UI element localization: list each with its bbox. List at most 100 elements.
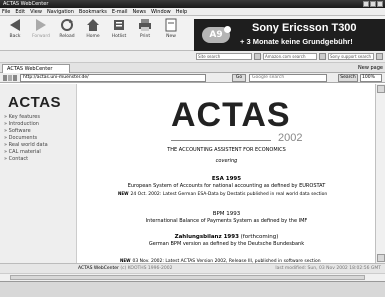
zahlungsbilanz-status: (forthcoming) xyxy=(240,234,279,240)
tab-actas-webcenter[interactable]: ACTAS WebCenter xyxy=(2,64,70,73)
sidebar-item-label: Introduction xyxy=(8,121,39,127)
esa-news-text: 24 Oct. 2002: Latest German ESA-Data by … xyxy=(130,192,328,197)
covering-text: covering xyxy=(215,158,238,164)
new-page-icon xyxy=(165,18,177,32)
site-search-input[interactable]: Site search xyxy=(196,53,252,60)
sidebar-item-introduction[interactable]: » Introduction xyxy=(4,121,48,128)
new-page-button[interactable]: New page xyxy=(358,64,383,72)
new-button[interactable]: New xyxy=(160,18,182,39)
sidebar-item-key-features[interactable]: » Key features xyxy=(4,114,48,121)
ad-banner[interactable]: A9 Sony Ericsson T300 + 3 Monate keine G… xyxy=(194,19,385,51)
esa-description: European System of Accounts for national… xyxy=(127,183,326,189)
scroll-thumb[interactable] xyxy=(10,275,365,280)
menu-help[interactable]: Help xyxy=(176,8,187,15)
printer-icon xyxy=(139,19,151,31)
status-copyright: (c) KOOTHS 1996-2002 xyxy=(120,266,173,271)
search-button[interactable]: Search xyxy=(338,74,358,82)
subtitle: THE ACCOUNTING ASSISTENT FOR ECONOMICS xyxy=(167,147,286,153)
new-label: New xyxy=(166,34,176,39)
forward-label: Forward xyxy=(31,34,51,39)
amazon-search-input[interactable]: Amazon.com search xyxy=(263,53,317,60)
home-label: Home xyxy=(86,34,100,39)
window-title: ACTAS WebCenter xyxy=(3,1,49,7)
hotlist-button[interactable]: Hotlist xyxy=(108,18,130,39)
back-button[interactable]: Back xyxy=(4,18,26,39)
forward-button[interactable]: Forward xyxy=(30,18,52,39)
menu-window[interactable]: Window xyxy=(151,8,171,15)
sidebar-item-label: Key features xyxy=(8,114,40,120)
sidebar-item-software[interactable]: » Software xyxy=(4,128,48,135)
menu-email[interactable]: E-mail xyxy=(112,8,128,15)
reload-button[interactable]: Reload xyxy=(56,18,78,39)
esa-news[interactable]: NEW 24 Oct. 2002: Latest German ESA-Data … xyxy=(118,191,327,197)
site-search-button[interactable] xyxy=(254,53,261,60)
zahlungsbilanz-title: Zahlungsbilanz 1993 xyxy=(174,234,239,240)
sidebar-item-label: Real world data xyxy=(8,142,48,148)
back-label: Back xyxy=(9,34,21,39)
site-sidebar: ACTAS » Key features » Introduction » So… xyxy=(0,84,77,263)
zahlungsbilanz-heading[interactable]: Zahlungsbilanz 1993 (forthcoming) xyxy=(78,234,375,240)
banner-subline: + 3 Monate keine Grundgebühr! xyxy=(240,37,353,46)
tab-label: ACTAS WebCenter xyxy=(7,66,53,72)
sony-search-input[interactable]: Sony support search xyxy=(328,53,374,60)
main-content: ACTAS 2002 THE ACCOUNTING ASSISTENT FOR … xyxy=(78,84,375,264)
zahlungsbilanz-description: German BPM version as defined by the Deu… xyxy=(148,241,305,247)
reload-label: Reload xyxy=(59,34,75,39)
tab-bar: ACTAS WebCenter New page xyxy=(0,63,385,73)
sidebar-item-label: Documents xyxy=(8,135,38,141)
amazon-search-button[interactable] xyxy=(319,53,326,60)
window-controls xyxy=(363,1,383,7)
title-year: 2002 xyxy=(278,132,303,144)
search-toolbar: Site search Amazon.com search Sony suppo… xyxy=(0,51,385,63)
menu-news[interactable]: News xyxy=(133,8,147,15)
menu-view[interactable]: View xyxy=(30,8,42,15)
forward-arrow-icon xyxy=(36,19,46,31)
sidebar-item-cal-material[interactable]: » CAL material xyxy=(4,149,48,156)
banner-headline: Sony Ericsson T300 xyxy=(252,22,357,34)
sidebar-item-contact[interactable]: » Contact xyxy=(4,156,48,163)
status-site-name: ACTAS WebCenter xyxy=(78,266,119,271)
maximize-button[interactable] xyxy=(370,1,376,7)
menu-navigation[interactable]: Navigation xyxy=(47,8,74,15)
go-button[interactable]: Go xyxy=(232,74,246,82)
home-icon xyxy=(87,19,99,31)
menu-bar: File Edit View Navigation Bookmarks E-ma… xyxy=(0,8,385,16)
esa-heading[interactable]: ESA 1995 xyxy=(78,176,375,182)
menu-bookmarks[interactable]: Bookmarks xyxy=(79,8,107,15)
status-bar: ACTAS WebCenter (c) KOOTHS 1996-2002 las… xyxy=(0,263,385,273)
sidebar-item-documents[interactable]: » Documents xyxy=(4,135,48,142)
new-badge: NEW xyxy=(118,191,129,196)
sidebar-item-label: CAL material xyxy=(8,149,41,155)
back-arrow-icon xyxy=(10,19,20,31)
sidebar-item-real-world-data[interactable]: » Real world data xyxy=(4,142,48,149)
status-last-modified: last modified: Sun, 03 Nov 2002 18:02:56… xyxy=(275,266,381,271)
print-button[interactable]: Print xyxy=(134,18,156,39)
zoom-select[interactable]: 100% xyxy=(360,74,382,82)
status-left: ACTAS WebCenter (c) KOOTHS 1996-2002 xyxy=(78,264,172,273)
menu-file[interactable]: File xyxy=(2,8,10,15)
bpm-description: International Balance of Payments System… xyxy=(145,218,308,224)
reload-icon xyxy=(61,19,73,31)
horizontal-scrollbar[interactable] xyxy=(0,273,385,281)
badge-label: A9 xyxy=(209,30,223,40)
sidebar-item-label: Software xyxy=(8,128,31,134)
menu-edit[interactable]: Edit xyxy=(15,8,25,15)
google-search-input[interactable]: Google search xyxy=(249,74,327,82)
vertical-scrollbar[interactable] xyxy=(375,84,385,263)
home-button[interactable]: Home xyxy=(82,18,104,39)
bpm-heading[interactable]: BPM 1993 xyxy=(78,211,375,217)
badge-dot xyxy=(224,26,231,33)
minimize-button[interactable] xyxy=(363,1,369,7)
bottom-panel xyxy=(0,281,385,297)
actas-title: ACTAS xyxy=(171,96,291,134)
hotlist-icon xyxy=(114,20,124,30)
scroll-down-button[interactable] xyxy=(377,254,385,262)
close-button[interactable] xyxy=(377,1,383,7)
title-divider xyxy=(171,140,271,141)
title-bar: ACTAS WebCenter xyxy=(0,0,385,8)
address-input[interactable]: http://actas.uni-muenster.de/ xyxy=(20,74,206,82)
address-bar-row: http://actas.uni-muenster.de/ Go Google … xyxy=(0,73,385,83)
sony-search-button[interactable] xyxy=(376,53,383,60)
scroll-up-button[interactable] xyxy=(377,85,385,93)
page-icons xyxy=(3,75,17,81)
